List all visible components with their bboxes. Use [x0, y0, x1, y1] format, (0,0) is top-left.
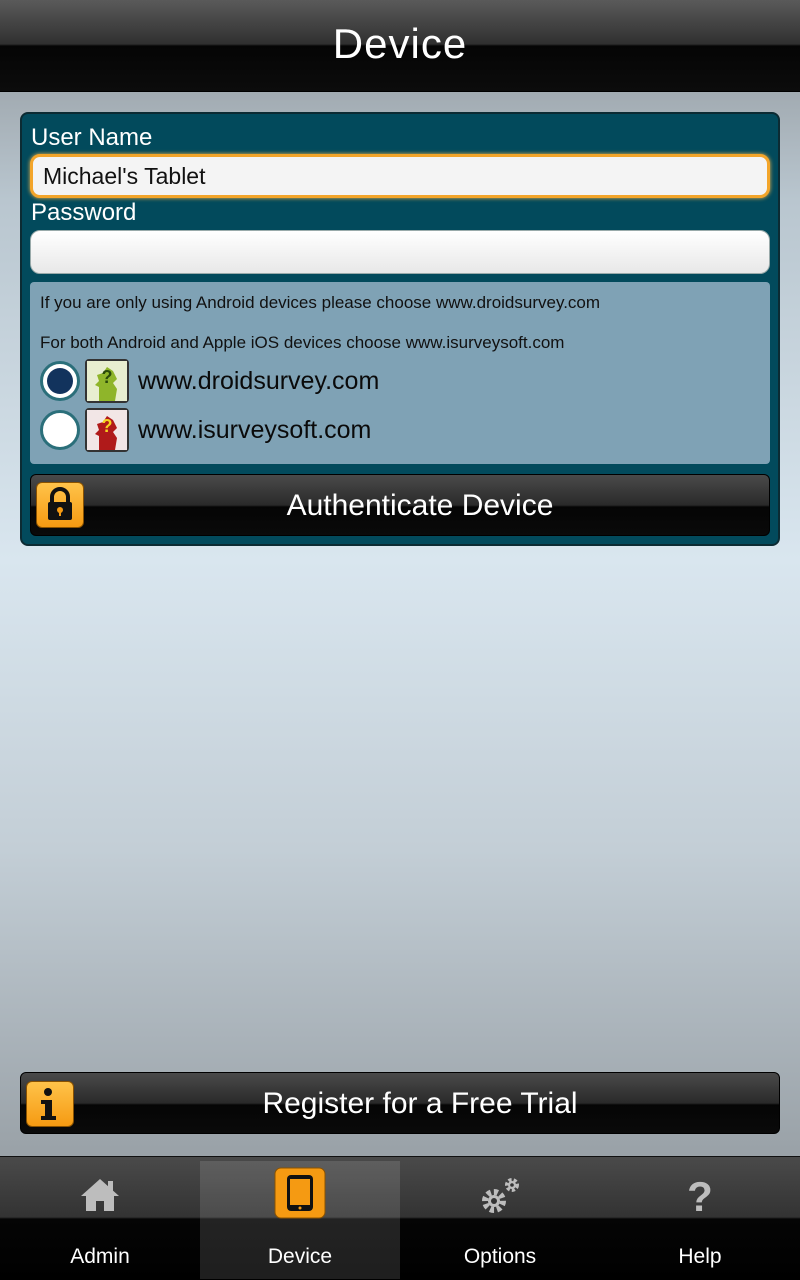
tab-device-label: Device: [267, 1245, 333, 1268]
svg-text:?: ?: [102, 416, 113, 436]
server-info-box: If you are only using Android devices pl…: [30, 282, 770, 464]
both-info-text: For both Android and Apple iOS devices c…: [40, 333, 565, 352]
isurveysoft-radio[interactable]: [40, 410, 80, 450]
droidsurvey-logo-icon: ?: [85, 359, 129, 403]
authentication-panel: User Name Michael's Tablet Password If y…: [20, 112, 780, 546]
isurveysoft-logo-icon: ?: [85, 408, 129, 452]
gears-icon: [478, 1173, 522, 1217]
tab-help-label: Help: [678, 1245, 722, 1268]
svg-text:?: ?: [687, 1173, 713, 1217]
tab-admin-label: Admin: [70, 1245, 130, 1268]
username-field[interactable]: Michael's Tablet: [30, 154, 770, 198]
username-label: User Name: [31, 124, 153, 151]
svg-text:?: ?: [102, 367, 113, 387]
droidsurvey-option-label[interactable]: www.droidsurvey.com: [138, 367, 379, 396]
password-field[interactable]: [30, 230, 770, 274]
register-free-trial-label: Register for a Free Trial: [262, 1087, 578, 1120]
authenticate-device-button[interactable]: Authenticate Device: [30, 474, 770, 536]
home-icon: [78, 1173, 122, 1217]
droidsurvey-radio[interactable]: [40, 361, 80, 401]
tab-admin[interactable]: Admin: [0, 1157, 200, 1280]
tab-device[interactable]: Device: [200, 1161, 400, 1279]
tablet-icon: [274, 1167, 326, 1219]
tab-help[interactable]: ? Help: [600, 1157, 800, 1280]
password-label: Password: [31, 199, 137, 226]
tab-options-label: Options: [463, 1245, 537, 1268]
authenticate-device-label: Authenticate Device: [286, 489, 554, 522]
android-info-text: If you are only using Android devices pl…: [40, 293, 601, 312]
question-icon: ?: [678, 1173, 722, 1220]
tab-options[interactable]: Options: [400, 1157, 600, 1280]
title-bar: Device: [0, 0, 800, 92]
bottom-tab-bar: Admin Device Options ? Help: [0, 1156, 800, 1280]
page-title: Device: [332, 20, 468, 67]
isurveysoft-option-label[interactable]: www.isurveysoft.com: [138, 416, 371, 445]
register-free-trial-button[interactable]: Register for a Free Trial: [20, 1072, 780, 1134]
